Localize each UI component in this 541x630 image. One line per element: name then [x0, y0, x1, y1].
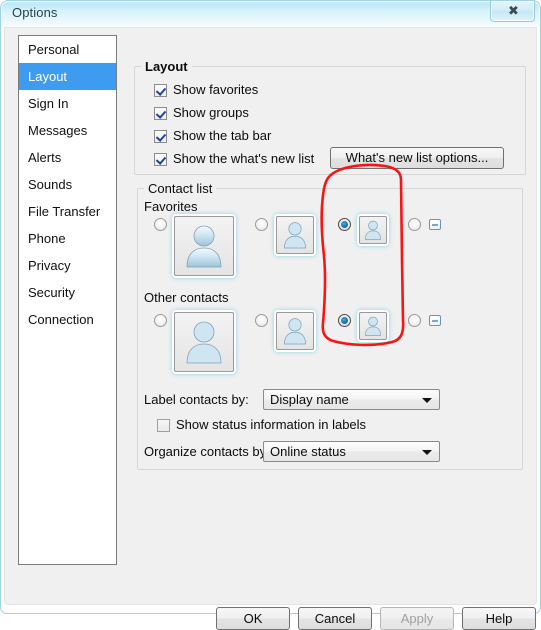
other-option-medium-radio[interactable]	[255, 314, 268, 327]
other-option-medium-avatar[interactable]	[276, 312, 314, 350]
chevron-down-icon	[422, 450, 432, 455]
show-tab-bar-label: Show the tab bar	[173, 128, 272, 143]
apply-button: Apply	[380, 607, 454, 630]
favorites-option-medium-avatar[interactable]	[276, 216, 314, 254]
sidebar-item-label: Personal	[28, 42, 80, 57]
contact-avatar-icon	[284, 318, 306, 345]
sidebar-item-label: Privacy	[28, 258, 71, 273]
label-contacts-by-select[interactable]: Display name	[263, 389, 440, 410]
show-status-checkbox[interactable]	[157, 419, 170, 432]
sidebar-item-label: Sign In	[28, 96, 69, 111]
label-contacts-by-value: Display name	[270, 392, 349, 407]
favorites-option-medium-radio[interactable]	[255, 218, 268, 231]
other-option-small-radio[interactable]	[338, 314, 351, 327]
organize-contacts-by-label: Organize contacts by:	[144, 444, 270, 459]
other-option-large-avatar[interactable]	[174, 312, 234, 372]
show-whats-new-label: Show the what's new list	[173, 151, 315, 166]
close-icon: ✖	[508, 4, 519, 19]
contact-avatar-icon	[365, 316, 381, 336]
sidebar-item-personal[interactable]: Personal	[19, 36, 116, 63]
sidebar-item-label: Layout	[28, 69, 68, 84]
sidebar-item-connection[interactable]: Connection	[19, 306, 116, 333]
sidebar-item-phone[interactable]: Phone	[19, 225, 116, 252]
favorites-option-small-radio[interactable]	[338, 218, 351, 231]
sidebar-item-privacy[interactable]: Privacy	[19, 252, 116, 279]
sidebar-item-sounds[interactable]: Sounds	[19, 171, 116, 198]
layout-group-title: Layout	[141, 59, 192, 74]
favorites-option-none-radio[interactable]	[408, 218, 421, 231]
dialog-client-area: Personal Layout Sign In Messages Alerts …	[4, 27, 537, 630]
sidebar-item-messages[interactable]: Messages	[19, 117, 116, 144]
other-option-text-only-icon[interactable]	[429, 315, 441, 326]
window-title: Options	[12, 5, 58, 20]
close-button[interactable]: ✖	[490, 1, 535, 22]
show-status-label: Show status information in labels	[176, 417, 367, 432]
show-whats-new-checkbox[interactable]	[154, 153, 167, 166]
cancel-button[interactable]: Cancel	[298, 607, 372, 630]
label-contacts-by-label: Label contacts by:	[144, 392, 249, 407]
organize-contacts-by-select[interactable]: Online status	[263, 441, 440, 462]
sidebar-item-label: Messages	[28, 123, 88, 138]
sidebar-item-label: Security	[28, 285, 75, 300]
favorites-option-large-avatar[interactable]	[174, 216, 234, 276]
contact-avatar-icon	[186, 321, 222, 364]
organize-contacts-by-value: Online status	[270, 444, 346, 459]
chevron-down-icon	[422, 398, 432, 403]
sidebar-item-file-transfer[interactable]: File Transfer	[19, 198, 116, 225]
other-option-none-radio[interactable]	[408, 314, 421, 327]
sidebar-item-security[interactable]: Security	[19, 279, 116, 306]
show-favorites-label: Show favorites	[173, 82, 259, 97]
show-groups-label: Show groups	[173, 105, 249, 120]
help-button[interactable]: Help	[462, 607, 536, 630]
sidebar-item-label: Phone	[28, 231, 66, 246]
favorites-option-small-avatar[interactable]	[359, 216, 387, 244]
other-contacts-label: Other contacts	[144, 290, 229, 305]
ok-button[interactable]: OK	[216, 607, 290, 630]
sidebar-item-sign-in[interactable]: Sign In	[19, 90, 116, 117]
contact-avatar-icon	[284, 222, 306, 249]
favorites-option-text-only-icon[interactable]	[429, 219, 441, 230]
show-tab-bar-checkbox[interactable]	[154, 130, 167, 143]
title-bar[interactable]: Options ✖	[0, 0, 541, 28]
whats-new-list-options-button[interactable]: What's new list options...	[330, 147, 504, 169]
favorites-option-large-radio[interactable]	[154, 218, 167, 231]
sidebar-item-label: Alerts	[28, 150, 62, 165]
sidebar-item-alerts[interactable]: Alerts	[19, 144, 116, 171]
sidebar-item-label: File Transfer	[28, 204, 101, 219]
contact-avatar-icon	[186, 225, 222, 268]
favorites-label: Favorites	[144, 199, 198, 214]
options-dialog: Options ✖ Personal Layout Sign In Messag…	[0, 0, 541, 630]
other-option-large-radio[interactable]	[154, 314, 167, 327]
settings-category-list[interactable]: Personal Layout Sign In Messages Alerts …	[18, 35, 117, 565]
other-option-small-avatar[interactable]	[359, 312, 387, 340]
show-favorites-checkbox[interactable]	[154, 84, 167, 97]
contact-list-group-title: Contact list	[144, 181, 217, 196]
sidebar-item-layout[interactable]: Layout	[19, 63, 116, 90]
sidebar-item-label: Sounds	[28, 177, 73, 192]
sidebar-item-label: Connection	[28, 312, 94, 327]
show-groups-checkbox[interactable]	[154, 107, 167, 120]
contact-avatar-icon	[365, 220, 381, 240]
